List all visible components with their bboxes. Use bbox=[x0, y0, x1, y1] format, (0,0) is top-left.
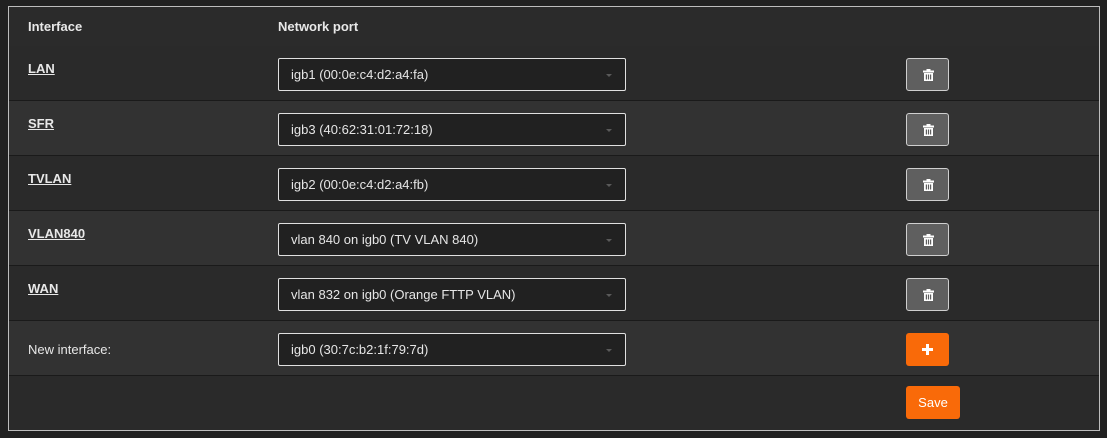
table-header: Interface Network port bbox=[9, 7, 1099, 47]
save-button[interactable]: Save bbox=[906, 386, 960, 419]
trash-icon bbox=[923, 289, 934, 301]
interface-link-sfr[interactable]: SFR bbox=[28, 116, 54, 131]
trash-icon bbox=[923, 179, 934, 191]
table-row-wan: WAN vlan 832 on igb0 (Orange FTTP VLAN) bbox=[9, 266, 1099, 321]
delete-button-wan[interactable] bbox=[906, 278, 949, 311]
add-interface-button[interactable] bbox=[906, 333, 949, 366]
trash-icon bbox=[923, 234, 934, 246]
chevron-down-icon bbox=[606, 74, 612, 77]
interface-column-header: Interface bbox=[28, 19, 83, 34]
port-select-value: vlan 832 on igb0 (Orange FTTP VLAN) bbox=[291, 287, 516, 302]
interface-link-tvlan[interactable]: TVLAN bbox=[28, 171, 71, 186]
chevron-down-icon bbox=[606, 184, 612, 187]
new-interface-row: New interface: igb0 (30:7c:b2:1f:79:7d) bbox=[9, 321, 1099, 376]
port-select-value: igb1 (00:0e:c4:d2:a4:fa) bbox=[291, 67, 429, 82]
chevron-down-icon bbox=[606, 294, 612, 297]
new-interface-port-select[interactable]: igb0 (30:7c:b2:1f:79:7d) bbox=[278, 333, 626, 366]
delete-button-lan[interactable] bbox=[906, 58, 949, 91]
port-select-lan[interactable]: igb1 (00:0e:c4:d2:a4:fa) bbox=[278, 58, 626, 91]
delete-button-tvlan[interactable] bbox=[906, 168, 949, 201]
table-row-vlan840: VLAN840 vlan 840 on igb0 (TV VLAN 840) bbox=[9, 211, 1099, 266]
chevron-down-icon bbox=[606, 349, 612, 352]
port-select-value: igb0 (30:7c:b2:1f:79:7d) bbox=[291, 342, 429, 357]
port-select-value: vlan 840 on igb0 (TV VLAN 840) bbox=[291, 232, 479, 247]
port-select-value: igb3 (40:62:31:01:72:18) bbox=[291, 122, 433, 137]
delete-button-vlan840[interactable] bbox=[906, 223, 949, 256]
port-select-sfr[interactable]: igb3 (40:62:31:01:72:18) bbox=[278, 113, 626, 146]
interface-link-vlan840[interactable]: VLAN840 bbox=[28, 226, 85, 241]
port-select-vlan840[interactable]: vlan 840 on igb0 (TV VLAN 840) bbox=[278, 223, 626, 256]
trash-icon bbox=[923, 124, 934, 136]
interface-assignments-panel: Interface Network port LAN igb1 (00:0e:c… bbox=[8, 6, 1100, 431]
network-port-column-header: Network port bbox=[278, 19, 359, 34]
interface-link-wan[interactable]: WAN bbox=[28, 281, 58, 296]
delete-button-sfr[interactable] bbox=[906, 113, 949, 146]
table-row-tvlan: TVLAN igb2 (00:0e:c4:d2:a4:fb) bbox=[9, 156, 1099, 211]
table-row-lan: LAN igb1 (00:0e:c4:d2:a4:fa) bbox=[9, 46, 1099, 101]
new-interface-label: New interface: bbox=[28, 342, 112, 357]
form-footer: Save bbox=[9, 376, 1099, 430]
table-row-sfr: SFR igb3 (40:62:31:01:72:18) bbox=[9, 101, 1099, 156]
chevron-down-icon bbox=[606, 129, 612, 132]
port-select-wan[interactable]: vlan 832 on igb0 (Orange FTTP VLAN) bbox=[278, 278, 626, 311]
port-select-tvlan[interactable]: igb2 (00:0e:c4:d2:a4:fb) bbox=[278, 168, 626, 201]
trash-icon bbox=[923, 69, 934, 81]
chevron-down-icon bbox=[606, 239, 612, 242]
port-select-value: igb2 (00:0e:c4:d2:a4:fb) bbox=[291, 177, 429, 192]
interface-link-lan[interactable]: LAN bbox=[28, 61, 55, 76]
